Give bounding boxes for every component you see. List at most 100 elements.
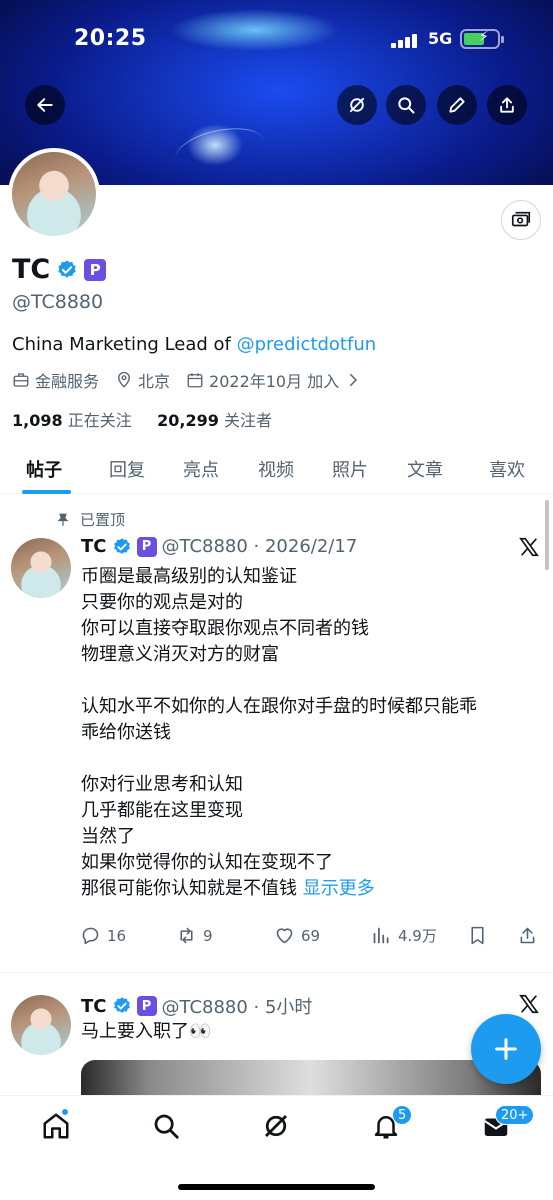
pinned-label: 已置顶 — [80, 511, 126, 529]
tweet-header: TC P @TC8880 · 5小时 — [81, 993, 312, 1019]
tab-articles[interactable]: 文章 — [407, 456, 443, 482]
following-count: 1,098 — [12, 411, 63, 430]
tweet-line: 物理意义消灭对方的财富 — [81, 644, 279, 665]
profile-meta: 金融服务 北京 2022年10月 加入 — [12, 368, 378, 392]
like-count: 69 — [301, 926, 321, 945]
nav-grok[interactable] — [261, 1111, 291, 1141]
pin-icon — [57, 513, 69, 526]
nav-search[interactable] — [151, 1111, 181, 1141]
search-button[interactable] — [386, 85, 426, 125]
reply-icon — [82, 927, 99, 945]
joined-text: 2022年10月 加入 — [209, 372, 340, 391]
heart-icon — [276, 928, 293, 944]
tweet-line: 你对行业思考和认知 — [81, 774, 243, 795]
views-count: 4.9万 — [398, 927, 437, 945]
signal-icon — [391, 33, 421, 48]
tweet-handle-time: @TC8880 · 2026/2/17 — [161, 536, 358, 557]
tweet-avatar[interactable] — [11, 995, 71, 1055]
like-button[interactable]: 69 — [274, 925, 320, 946]
affiliate-badge: P — [136, 536, 157, 557]
pinned-indicator: 已置顶 — [56, 509, 125, 530]
search-icon — [398, 97, 415, 114]
profile-handle: @TC8880 — [12, 291, 104, 313]
status-time: 20:25 — [74, 26, 147, 51]
pencil-icon — [449, 97, 465, 113]
back-button[interactable] — [25, 85, 65, 125]
tweet-line: 几乎都能在这里变现 — [81, 800, 243, 821]
tweet-line: 如果你觉得你的认知在变现不了 — [81, 852, 333, 873]
followers-label: 关注者 — [224, 411, 273, 430]
notifications-badge: 5 — [392, 1105, 413, 1125]
verified-badge-icon[interactable] — [56, 259, 78, 281]
search-icon — [154, 1114, 179, 1139]
bookmark-button[interactable] — [467, 925, 488, 946]
calendar-icon — [187, 373, 203, 388]
plus-icon — [495, 1038, 517, 1060]
tweet-text[interactable]: 马上要入职了👀 — [81, 1019, 211, 1045]
tweet-line: 你可以直接夺取跟你观点不同者的钱 — [81, 618, 369, 639]
reply-button[interactable]: 16 — [80, 925, 126, 946]
share-icon — [520, 927, 535, 944]
x-logo-icon[interactable] — [518, 993, 540, 1015]
network-type: 5G — [428, 29, 453, 48]
x-logo-icon[interactable] — [518, 536, 540, 558]
views-button[interactable]: 4.9万 — [371, 925, 437, 946]
tweet-line: 币圈是最高级别的认知鉴证 — [81, 566, 297, 587]
tweet-line: 认知水平不如你的人在跟你对手盘的时候都只能乖 — [81, 696, 477, 717]
active-tab-indicator — [22, 490, 71, 494]
joined-item[interactable]: 2022年10月 加入 — [186, 368, 362, 392]
grok-icon — [349, 97, 365, 113]
tab-posts[interactable]: 帖子 — [26, 456, 62, 482]
followers-link[interactable]: 20,299 关注者 — [157, 411, 272, 430]
following-link[interactable]: 1,098 正在关注 — [12, 411, 132, 430]
share-icon — [500, 97, 514, 113]
scrollbar[interactable] — [545, 500, 549, 570]
tweet-author-name[interactable]: TC — [81, 536, 107, 557]
analytics-icon — [373, 927, 389, 944]
followers-count: 20,299 — [157, 411, 219, 430]
bookmark-icon — [471, 926, 484, 945]
tweet-image[interactable] — [81, 1060, 541, 1100]
tweet-header: TC P @TC8880 · 2026/2/17 — [81, 536, 357, 557]
show-more-link[interactable]: 显示更多 — [303, 878, 375, 899]
tab-replies[interactable]: 回复 — [109, 456, 145, 482]
location-item: 北京 — [115, 368, 170, 392]
tweet-avatar[interactable] — [11, 538, 71, 598]
tweet-actions: 16 9 69 4.9万 — [80, 925, 540, 951]
bio-text: China Marketing Lead of — [12, 334, 237, 355]
tab-highlights[interactable]: 亮点 — [183, 456, 219, 482]
tweet-line: 那很可能你认知就是不值钱 — [81, 878, 297, 899]
messages-badge: 20+ — [495, 1105, 535, 1125]
home-indicator — [178, 1184, 375, 1190]
location-text: 北京 — [138, 372, 171, 391]
briefcase-icon — [13, 373, 29, 387]
bio-mention-link[interactable]: @predictdotfun — [237, 334, 377, 355]
tab-photos[interactable]: 照片 — [332, 456, 368, 482]
following-label: 正在关注 — [67, 411, 132, 430]
tweet-share-button[interactable] — [517, 925, 538, 946]
battery-icon: ⚡ — [460, 29, 504, 49]
share-button[interactable] — [487, 85, 527, 125]
profile-name: TC — [12, 254, 51, 285]
tab-videos[interactable]: 视频 — [258, 456, 294, 482]
grok-button[interactable] — [337, 85, 377, 125]
profile-avatar[interactable] — [8, 148, 100, 240]
tweet-author-name[interactable]: TC — [81, 996, 107, 1017]
chevron-right-icon — [350, 374, 358, 386]
subscriptions-button[interactable] — [501, 200, 541, 240]
tweet-line: 乖给你送钱 — [81, 722, 171, 743]
tweet-divider — [0, 972, 553, 973]
location-pin-icon — [118, 371, 130, 388]
tab-likes[interactable]: 喜欢 — [489, 456, 525, 482]
grok-icon — [265, 1115, 287, 1137]
reply-count: 16 — [107, 926, 127, 945]
tweet-line: 只要你的观点是对的 — [81, 592, 243, 613]
edit-button[interactable] — [437, 85, 477, 125]
tweet-text[interactable]: 币圈是最高级别的认知鉴证 只要你的观点是对的 你可以直接夺取跟你观点不同者的钱 … — [81, 564, 477, 902]
profile-bio: China Marketing Lead of @predictdotfun — [12, 334, 376, 355]
affiliate-badge[interactable]: P — [84, 258, 107, 281]
retweet-button[interactable]: 9 — [176, 925, 213, 946]
compose-button[interactable] — [471, 1014, 541, 1084]
verified-badge-icon — [113, 997, 130, 1013]
